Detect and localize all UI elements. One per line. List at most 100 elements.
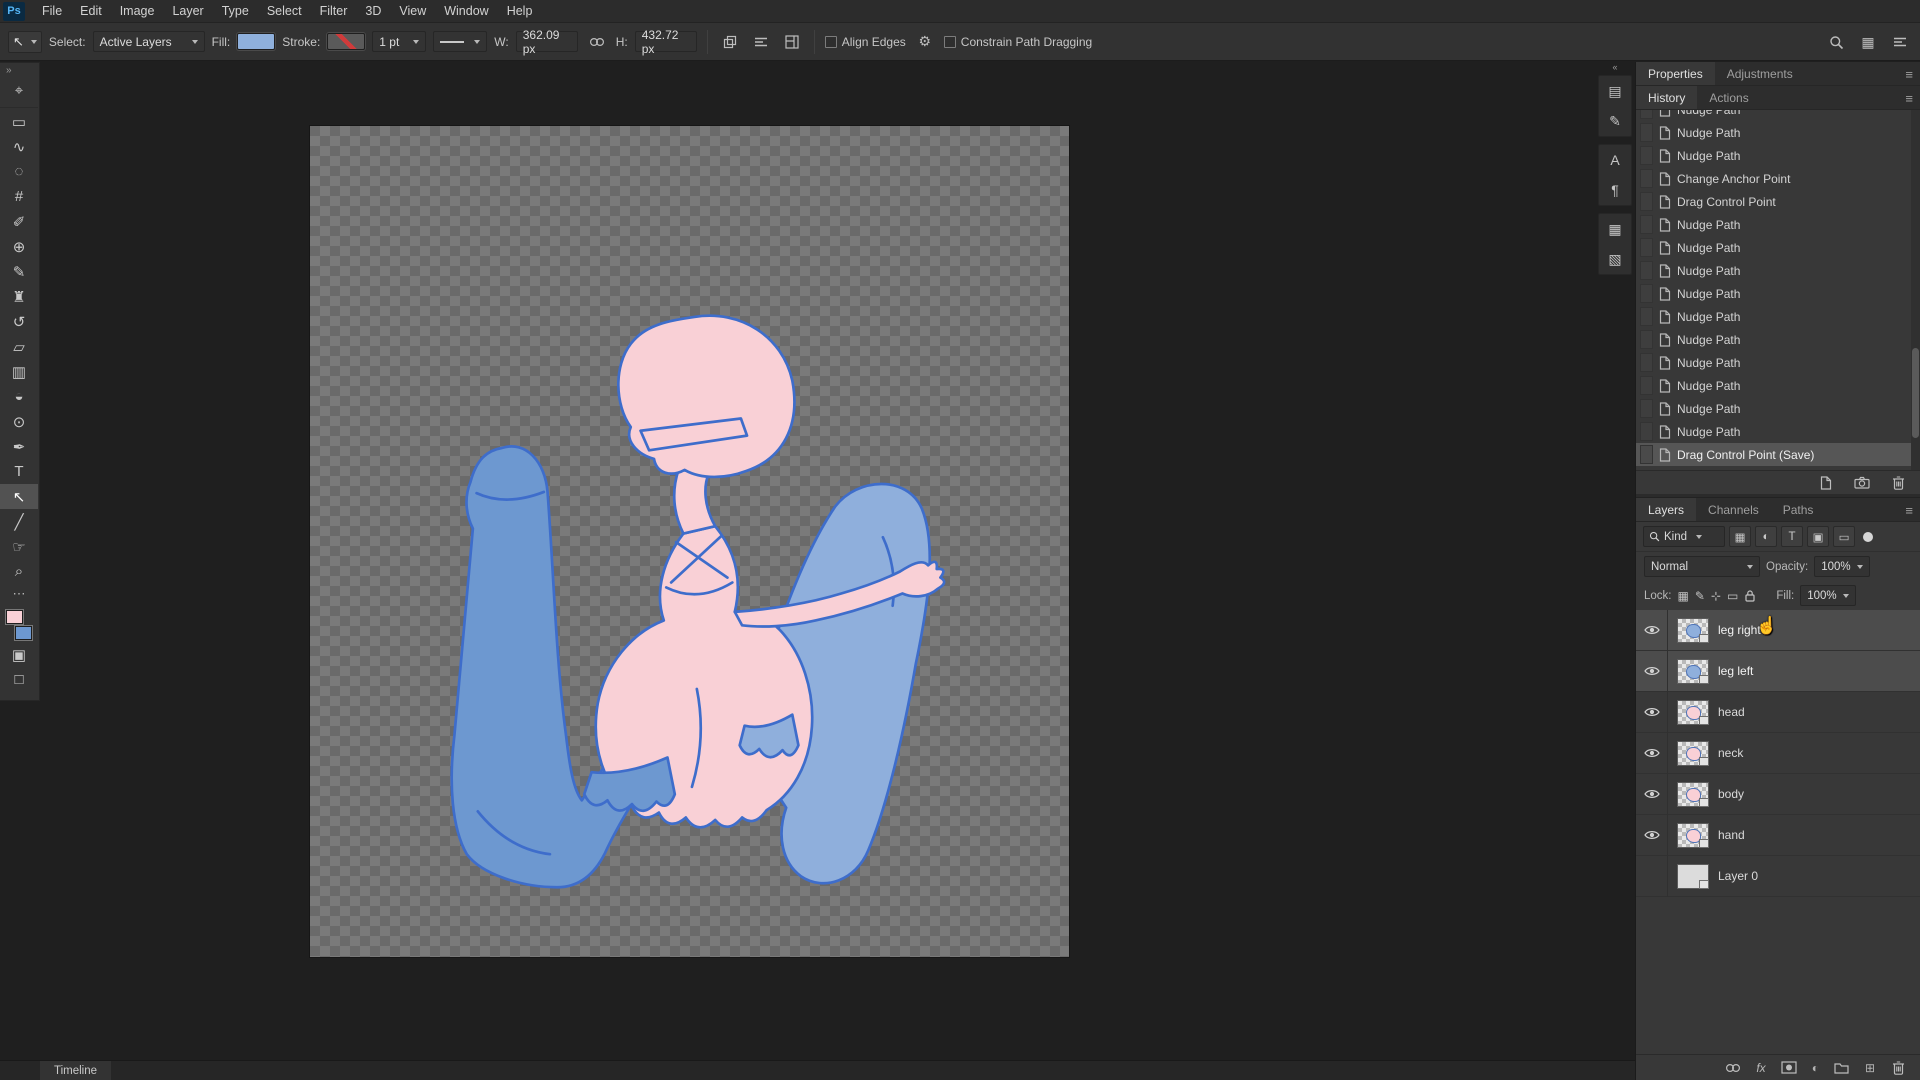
history-state[interactable]: Nudge Path: [1636, 282, 1920, 305]
rectangular-marquee-tool[interactable]: ▭: [0, 107, 38, 134]
lasso-tool[interactable]: ∿: [0, 134, 38, 159]
select-mode-dropdown[interactable]: Active Layers: [93, 31, 205, 52]
layer-visibility-toggle[interactable]: [1636, 774, 1668, 815]
tool-preset-picker[interactable]: ↖: [8, 31, 42, 53]
history-set-source[interactable]: [1640, 123, 1653, 142]
history-set-source[interactable]: [1640, 307, 1653, 326]
tab-actions[interactable]: Actions: [1697, 86, 1760, 109]
screen-mode-icon[interactable]: □: [0, 667, 38, 692]
new-document-from-state-icon[interactable]: [1814, 471, 1838, 495]
layer-name[interactable]: leg right: [1718, 623, 1761, 637]
layer-thumbnail[interactable]: [1677, 864, 1709, 889]
history-set-source[interactable]: [1640, 353, 1653, 372]
spot-healing-brush-tool[interactable]: ⊕: [0, 234, 38, 259]
lock-all-icon[interactable]: [1744, 589, 1756, 602]
gradient-tool[interactable]: ▥: [0, 359, 38, 384]
lock-pixels-icon[interactable]: ✎: [1695, 589, 1705, 603]
path-width-field[interactable]: 362.09 px: [516, 31, 578, 52]
tab-channels[interactable]: Channels: [1696, 498, 1771, 521]
blur-tool[interactable]: ◒: [0, 384, 38, 409]
lock-transparency-icon[interactable]: ▦: [1678, 589, 1689, 603]
paragraph-panel-icon[interactable]: ¶: [1599, 175, 1631, 205]
quick-mask-icon[interactable]: ▣: [0, 642, 38, 667]
history-set-source[interactable]: [1640, 169, 1653, 188]
path-height-field[interactable]: 432.72 px: [635, 31, 697, 52]
filter-switch-icon[interactable]: [1863, 532, 1873, 542]
history-state[interactable]: Nudge Path: [1636, 420, 1920, 443]
line-tool[interactable]: ╱: [0, 509, 38, 534]
new-snapshot-icon[interactable]: [1850, 471, 1874, 495]
tab-adjustments[interactable]: Adjustments: [1715, 62, 1805, 85]
layer-row[interactable]: leg right ☝: [1636, 610, 1920, 651]
history-state[interactable]: Nudge Path: [1636, 397, 1920, 420]
foreground-color-swatch[interactable]: [6, 610, 23, 624]
zoom-tool[interactable]: ⌕: [0, 559, 38, 584]
menu-image[interactable]: Image: [111, 0, 164, 23]
libraries-panel-icon[interactable]: ▦: [1599, 214, 1631, 244]
opacity-field[interactable]: 100%: [1814, 556, 1870, 577]
new-group-icon[interactable]: [1830, 1056, 1854, 1080]
menu-window[interactable]: Window: [435, 0, 497, 23]
tab-layers[interactable]: Layers: [1636, 498, 1696, 521]
panel-menu-icon[interactable]: ≡: [1905, 86, 1913, 110]
menu-3d[interactable]: 3D: [356, 0, 390, 23]
app-logo-icon[interactable]: Ps: [3, 2, 25, 21]
path-selection-tool[interactable]: ↖: [0, 484, 38, 509]
collapse-toolbar-chevron[interactable]: »: [0, 63, 39, 78]
type-tool[interactable]: T: [0, 459, 38, 484]
history-state[interactable]: Nudge Path: [1636, 236, 1920, 259]
menu-view[interactable]: View: [390, 0, 435, 23]
panel-options-icon[interactable]: [1888, 30, 1912, 54]
filter-pixel-layers-icon[interactable]: ▦: [1729, 526, 1751, 547]
character-panel-icon[interactable]: A: [1599, 145, 1631, 175]
workspace-switcher-icon[interactable]: ▦: [1856, 30, 1880, 54]
layer-row[interactable]: head: [1636, 692, 1920, 733]
history-set-source[interactable]: [1640, 422, 1653, 441]
delete-state-icon[interactable]: [1886, 471, 1910, 495]
move-tool[interactable]: ⌖: [0, 78, 38, 103]
history-state[interactable]: Nudge Path: [1636, 110, 1920, 121]
eyedropper-tool[interactable]: ✐: [0, 209, 38, 234]
history-state[interactable]: Nudge Path: [1636, 374, 1920, 397]
history-set-source[interactable]: [1640, 376, 1653, 395]
background-color-swatch[interactable]: [15, 626, 32, 640]
layer-name[interactable]: Layer 0: [1718, 869, 1758, 883]
layer-thumbnail[interactable]: [1677, 659, 1709, 684]
history-state-selected[interactable]: Drag Control Point (Save): [1636, 443, 1920, 466]
stroke-color-swatch[interactable]: [327, 33, 365, 50]
scrollbar-thumb[interactable]: [1912, 348, 1919, 438]
tab-timeline[interactable]: Timeline: [40, 1061, 111, 1080]
menu-type[interactable]: Type: [213, 0, 258, 23]
stroke-style-dropdown[interactable]: [433, 31, 487, 52]
layer-row[interactable]: body: [1636, 774, 1920, 815]
history-state[interactable]: Nudge Path: [1636, 144, 1920, 167]
layer-thumbnail[interactable]: [1677, 823, 1709, 848]
tab-paths[interactable]: Paths: [1771, 498, 1826, 521]
history-set-source[interactable]: [1640, 146, 1653, 165]
layer-visibility-toggle[interactable]: [1636, 610, 1668, 651]
menu-file[interactable]: File: [33, 0, 71, 23]
layer-thumbnail[interactable]: [1677, 700, 1709, 725]
clone-stamp-tool[interactable]: ♜: [0, 284, 38, 309]
layer-row[interactable]: neck: [1636, 733, 1920, 774]
edit-toolbar-icon[interactable]: ⋯: [0, 584, 38, 604]
layer-visibility-toggle[interactable]: [1636, 651, 1668, 692]
layer-row[interactable]: leg left: [1636, 651, 1920, 692]
brush-tool[interactable]: ✎: [0, 259, 38, 284]
layer-name[interactable]: hand: [1718, 828, 1745, 842]
blend-mode-dropdown[interactable]: Normal: [1644, 556, 1760, 577]
layer-name[interactable]: head: [1718, 705, 1745, 719]
filter-smart-objects-icon[interactable]: ▭: [1833, 526, 1855, 547]
history-set-source[interactable]: [1640, 261, 1653, 280]
layer-name[interactable]: body: [1718, 787, 1744, 801]
filter-adjustment-layers-icon[interactable]: ◐: [1755, 526, 1777, 547]
layer-thumbnail[interactable]: [1677, 782, 1709, 807]
panel-menu-icon[interactable]: ≡: [1905, 498, 1913, 522]
filter-type-layers-icon[interactable]: T: [1781, 526, 1803, 547]
path-alignment-icon[interactable]: [749, 30, 773, 54]
settings-gear-icon[interactable]: ⚙: [913, 30, 937, 54]
dodge-tool[interactable]: ⊙: [0, 409, 38, 434]
layer-name[interactable]: leg left: [1718, 664, 1753, 678]
layer-row[interactable]: hand: [1636, 815, 1920, 856]
path-arrangement-icon[interactable]: [780, 30, 804, 54]
